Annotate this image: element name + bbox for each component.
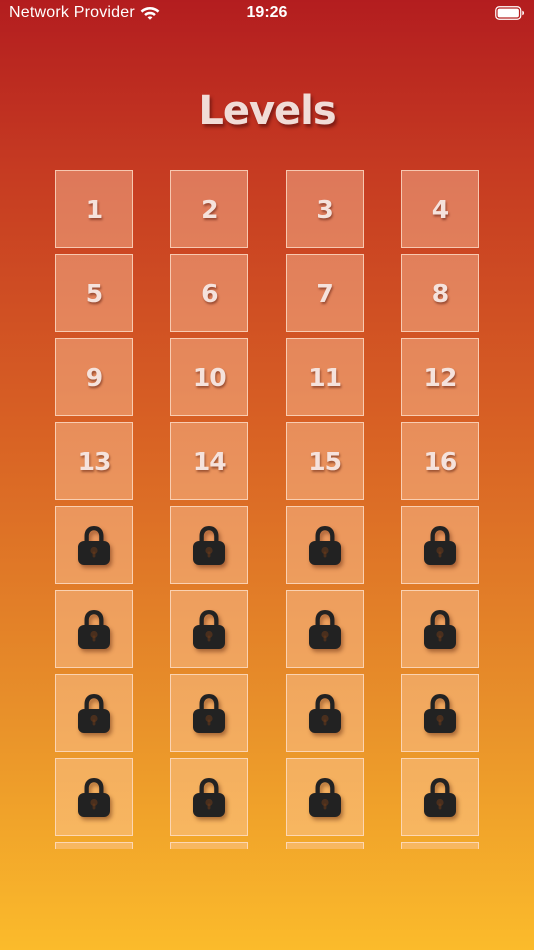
level-number: 14 bbox=[192, 446, 227, 476]
level-number: 7 bbox=[316, 278, 333, 308]
level-tile[interactable]: 6 bbox=[170, 254, 249, 332]
lock-icon bbox=[78, 694, 110, 733]
page-title: Levels bbox=[198, 88, 336, 134]
level-tile-locked[interactable] bbox=[55, 590, 133, 668]
level-tile-locked[interactable] bbox=[285, 506, 364, 584]
level-tile[interactable]: 3 bbox=[285, 170, 364, 248]
level-tile-locked[interactable] bbox=[55, 674, 133, 752]
level-tile-locked[interactable] bbox=[400, 590, 479, 668]
level-tile-locked[interactable] bbox=[170, 506, 249, 584]
level-number: 13 bbox=[77, 446, 112, 476]
level-tile[interactable]: 10 bbox=[170, 338, 249, 416]
level-tile[interactable]: 8 bbox=[400, 254, 479, 332]
level-tile[interactable]: 7 bbox=[285, 254, 364, 332]
level-grid: 1 2 3 4 5 6 7 8 9 10 11 12 13 14 15 16 bbox=[55, 170, 479, 849]
level-grid-scroll[interactable]: 1 2 3 4 5 6 7 8 9 10 11 12 13 14 15 16 bbox=[0, 170, 534, 849]
level-tile[interactable]: 11 bbox=[285, 338, 364, 416]
level-tile-locked[interactable] bbox=[55, 842, 133, 849]
level-number: 1 bbox=[85, 194, 103, 224]
level-number: 11 bbox=[308, 362, 342, 392]
level-tile[interactable]: 12 bbox=[400, 338, 479, 416]
level-tile-locked[interactable] bbox=[400, 758, 479, 836]
level-tile[interactable]: 9 bbox=[55, 338, 133, 416]
level-tile-locked[interactable] bbox=[170, 674, 249, 752]
level-tile[interactable]: 14 bbox=[170, 422, 249, 500]
lock-icon bbox=[308, 526, 341, 565]
level-tile[interactable]: 1 bbox=[55, 170, 133, 248]
level-tile-locked[interactable] bbox=[285, 758, 364, 836]
lock-icon bbox=[78, 526, 110, 565]
lock-icon bbox=[193, 526, 226, 565]
level-number: 12 bbox=[423, 362, 457, 392]
level-number: 5 bbox=[85, 278, 103, 308]
lock-icon bbox=[423, 778, 456, 817]
level-number: 4 bbox=[431, 194, 449, 224]
level-tile[interactable]: 4 bbox=[400, 170, 479, 248]
level-tile-locked[interactable] bbox=[170, 590, 249, 668]
lock-icon bbox=[308, 778, 341, 817]
level-tile-locked[interactable] bbox=[170, 758, 249, 836]
level-number: 3 bbox=[316, 194, 333, 224]
level-number: 8 bbox=[431, 278, 449, 308]
status-time: 19:26 bbox=[246, 4, 288, 21]
lock-icon bbox=[193, 778, 226, 817]
level-tile-locked[interactable] bbox=[285, 842, 364, 849]
lock-icon bbox=[308, 694, 341, 733]
lock-icon bbox=[193, 610, 226, 649]
level-tile-locked[interactable] bbox=[55, 758, 133, 836]
level-number: 16 bbox=[423, 446, 457, 476]
lock-icon bbox=[423, 610, 456, 649]
lock-icon bbox=[423, 694, 456, 733]
level-tile-locked[interactable] bbox=[400, 506, 479, 584]
level-tile-locked[interactable] bbox=[400, 842, 479, 849]
battery-icon bbox=[495, 6, 524, 20]
level-tile[interactable]: 16 bbox=[400, 422, 479, 500]
level-number: 15 bbox=[308, 446, 342, 476]
status-bar: Network Provider 19:26 bbox=[0, 0, 534, 28]
lock-icon bbox=[78, 610, 110, 649]
level-tile-locked[interactable] bbox=[285, 590, 364, 668]
level-tile-locked[interactable] bbox=[55, 506, 133, 584]
level-tile-locked[interactable] bbox=[285, 674, 364, 752]
level-number: 9 bbox=[85, 362, 103, 392]
lock-icon bbox=[193, 694, 226, 733]
lock-icon bbox=[308, 610, 341, 649]
level-tile-locked[interactable] bbox=[170, 842, 249, 849]
level-number: 10 bbox=[192, 362, 227, 392]
level-tile[interactable]: 2 bbox=[170, 170, 249, 248]
level-tile-locked[interactable] bbox=[400, 674, 479, 752]
lock-icon bbox=[78, 778, 110, 817]
level-number: 2 bbox=[201, 194, 218, 224]
lock-icon bbox=[423, 526, 456, 565]
level-tile[interactable]: 13 bbox=[55, 422, 133, 500]
level-number: 6 bbox=[201, 278, 218, 308]
level-tile[interactable]: 5 bbox=[55, 254, 133, 332]
level-tile[interactable]: 15 bbox=[285, 422, 364, 500]
